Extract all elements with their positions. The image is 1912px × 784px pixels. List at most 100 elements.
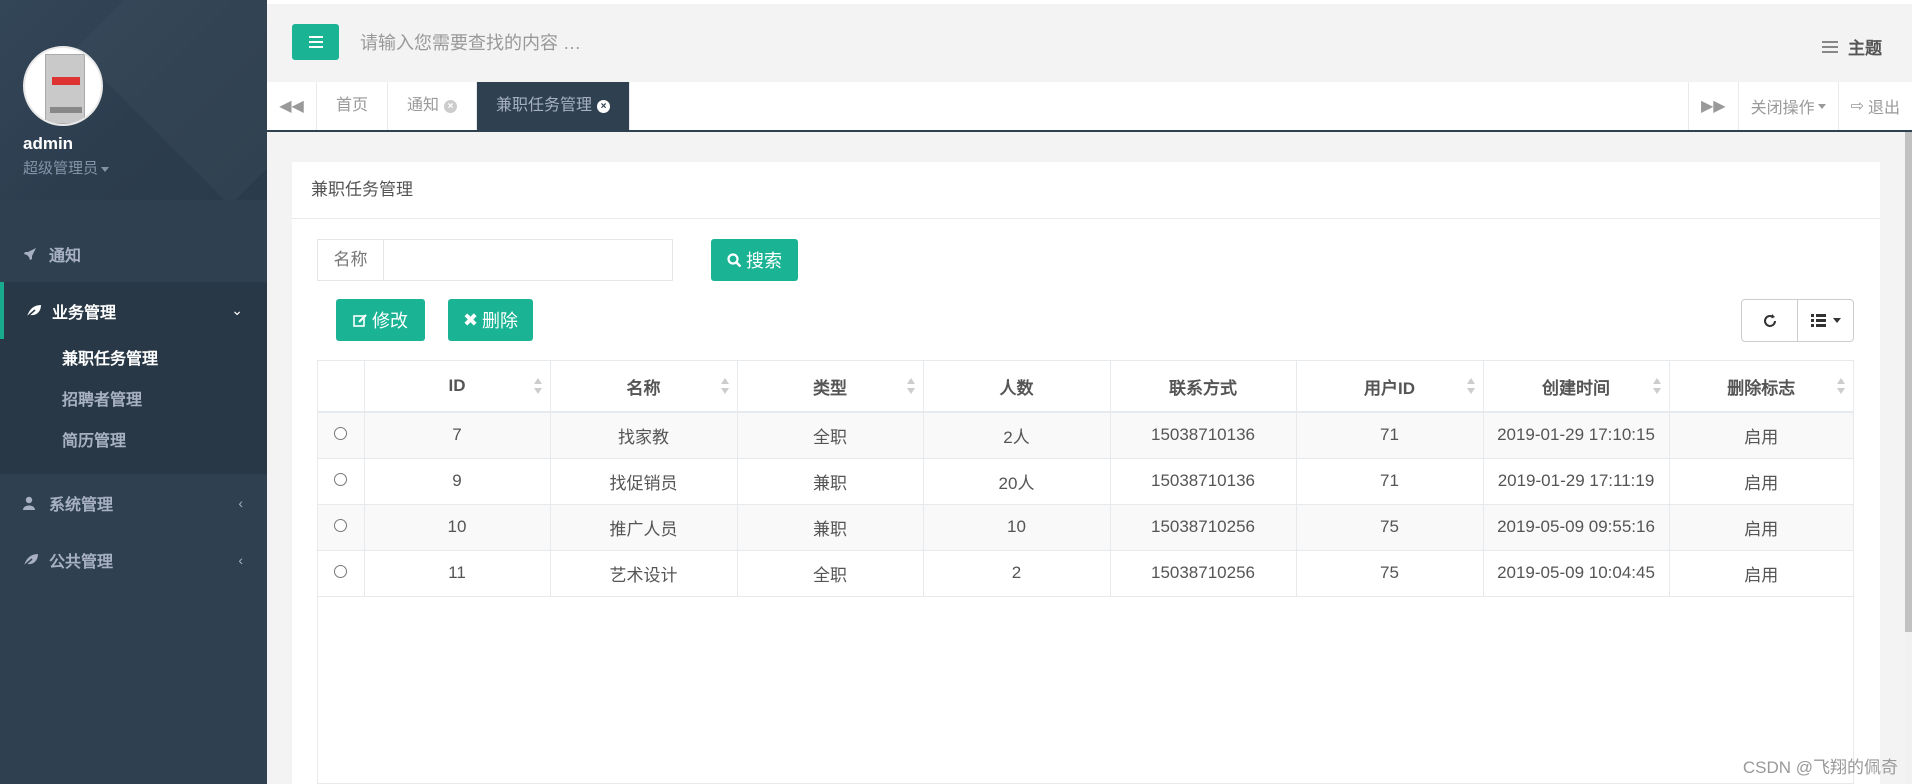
- avatar[interactable]: [23, 46, 103, 126]
- table-toolbar: [1741, 299, 1854, 342]
- sign-out-icon: ⇨: [1850, 98, 1864, 115]
- cell-userid: 75: [1296, 504, 1484, 551]
- tab-label: 通知: [407, 97, 440, 114]
- list-icon: [1810, 313, 1826, 327]
- sidebar-item-label: 公共管理: [49, 553, 114, 571]
- chevron-left-icon: ‹: [238, 551, 243, 568]
- role-dropdown[interactable]: 超级管理员: [23, 157, 110, 178]
- table-row[interactable]: 10 推广人员 兼职 10 15038710256 75 2019-05-09 …: [318, 504, 1853, 551]
- columns-toggle-button[interactable]: [1797, 300, 1853, 341]
- row-select[interactable]: [318, 550, 365, 597]
- cell-userid: 71: [1296, 412, 1484, 459]
- close-icon[interactable]: ×: [444, 99, 458, 113]
- list-icon: [1822, 40, 1838, 53]
- table-row[interactable]: 11 艺术设计 全职 2 15038710256 75 2019-05-09 1…: [318, 550, 1853, 597]
- backward-icon: ◀◀: [279, 98, 304, 115]
- sidebar-subitem-resume[interactable]: 简历管理: [0, 421, 267, 462]
- column-header-type[interactable]: 类型: [737, 361, 924, 413]
- table-row[interactable]: 9 找促销员 兼职 20人 15038710136 71 2019-01-29 …: [318, 458, 1853, 505]
- table-row[interactable]: 7 找家教 全职 2人 15038710136 71 2019-01-29 17…: [318, 412, 1853, 459]
- hamburger-icon: [308, 41, 323, 43]
- column-header-label: 删除标志: [1727, 378, 1796, 398]
- column-header-delete-flag[interactable]: 删除标志: [1669, 361, 1853, 413]
- refresh-button[interactable]: [1742, 300, 1797, 341]
- sidebar-item-label: 系统管理: [49, 496, 114, 514]
- cell-delete-flag: 启用: [1669, 504, 1853, 551]
- sidebar-item-business[interactable]: 业务管理 ⌄: [0, 282, 267, 339]
- sidebar-subitem-parttime[interactable]: 兼职任务管理: [0, 339, 267, 380]
- logout-label: 退出: [1867, 100, 1900, 117]
- column-header-created[interactable]: 创建时间: [1483, 361, 1670, 413]
- row-select[interactable]: [318, 458, 365, 505]
- sidebar: admin 超级管理员 通知 业务管理 ⌄ 兼职任务管理 招聘者管理 简历管理: [0, 0, 267, 784]
- top-search-input[interactable]: [360, 33, 760, 54]
- sort-icon: [1466, 378, 1475, 394]
- sidebar-group-business: 业务管理 ⌄ 兼职任务管理 招聘者管理 简历管理: [0, 282, 267, 474]
- radio-button[interactable]: [334, 427, 348, 441]
- edit-button[interactable]: 修改: [336, 299, 425, 341]
- cell-count: 2人: [923, 412, 1111, 459]
- cell-created: 2019-05-09 10:04:45: [1483, 550, 1670, 597]
- logout-button[interactable]: ⇨ 退出: [1837, 82, 1912, 130]
- radio-button[interactable]: [334, 519, 348, 532]
- close-icon[interactable]: ×: [597, 99, 611, 113]
- close-ops-label: 关闭操作: [1750, 100, 1815, 117]
- cell-name: 艺术设计: [550, 550, 738, 597]
- name-filter: 名称: [317, 239, 673, 281]
- forward-icon: ▶▶: [1700, 98, 1726, 115]
- row-select[interactable]: [318, 412, 365, 459]
- column-header-label: 人数: [999, 378, 1034, 398]
- cell-id: 11: [364, 550, 551, 597]
- cell-name: 推广人员: [550, 504, 738, 551]
- content-panel: 兼职任务管理 名称 搜索 修改 ✖ 删除 ID 名称 类型 人数 联系方式 用户…: [292, 162, 1880, 784]
- user-icon: [23, 496, 39, 510]
- page-scrollbar[interactable]: [1905, 132, 1912, 784]
- name-filter-input[interactable]: [383, 239, 673, 281]
- column-header-name[interactable]: 名称: [550, 361, 738, 413]
- search-button[interactable]: 搜索: [711, 239, 798, 281]
- cell-created: 2019-01-29 17:11:19: [1483, 458, 1670, 505]
- radio-button[interactable]: [334, 565, 348, 578]
- tab-label: 首页: [336, 97, 369, 114]
- menu-toggle-button[interactable]: [292, 24, 339, 60]
- cell-name: 找促销员: [550, 458, 738, 505]
- column-header-userid[interactable]: 用户ID: [1296, 361, 1484, 413]
- caret-down-icon: [1832, 318, 1841, 323]
- sidebar-subitem-recruiter[interactable]: 招聘者管理: [0, 380, 267, 421]
- chevron-left-icon: ‹: [238, 494, 243, 511]
- delete-button[interactable]: ✖ 删除: [448, 299, 533, 341]
- chevron-down-icon: ⌄: [231, 302, 243, 318]
- tabs-right-controls: ▶▶ 关闭操作 ⇨ 退出: [1687, 82, 1912, 130]
- tabs-scroll-right-button[interactable]: ▶▶: [1687, 82, 1738, 130]
- cell-count: 20人: [923, 458, 1111, 505]
- times-icon: ✖: [462, 309, 479, 330]
- sidebar-item-notice[interactable]: 通知: [0, 225, 267, 282]
- column-header-label: 联系方式: [1169, 378, 1237, 398]
- username: admin: [23, 134, 74, 153]
- cell-userid: 75: [1296, 550, 1484, 597]
- sort-icon: [533, 378, 542, 394]
- column-header-label: 名称: [626, 378, 661, 398]
- tab-home[interactable]: 首页: [317, 82, 389, 130]
- tab-label: 兼职任务管理: [496, 97, 593, 114]
- page-tabs: 首页 通知 × 兼职任务管理 ×: [317, 82, 631, 130]
- sidebar-item-public[interactable]: 公共管理 ‹: [0, 531, 267, 588]
- leaf-icon: [26, 304, 42, 318]
- close-operations-dropdown[interactable]: 关闭操作: [1737, 82, 1838, 130]
- rocket-icon: [23, 247, 39, 261]
- tab-notice[interactable]: 通知 ×: [388, 82, 478, 130]
- cell-contact: 15038710256: [1110, 504, 1297, 551]
- theme-button[interactable]: 主题: [1822, 34, 1882, 59]
- sort-icon: [1837, 378, 1845, 394]
- cell-id: 9: [364, 458, 551, 505]
- column-header-id[interactable]: ID: [364, 361, 551, 413]
- tab-parttime[interactable]: 兼职任务管理 ×: [477, 82, 631, 130]
- sidebar-item-system[interactable]: 系统管理 ‹: [0, 474, 267, 531]
- radio-button[interactable]: [334, 473, 348, 486]
- cell-delete-flag: 启用: [1669, 458, 1853, 505]
- cell-contact: 15038710136: [1110, 458, 1297, 505]
- caret-down-icon: [101, 166, 110, 172]
- watermark: CSDN @飞翔的佩奇: [1742, 758, 1898, 777]
- tabs-scroll-left-button[interactable]: ◀◀: [267, 82, 317, 130]
- row-select[interactable]: [318, 504, 365, 551]
